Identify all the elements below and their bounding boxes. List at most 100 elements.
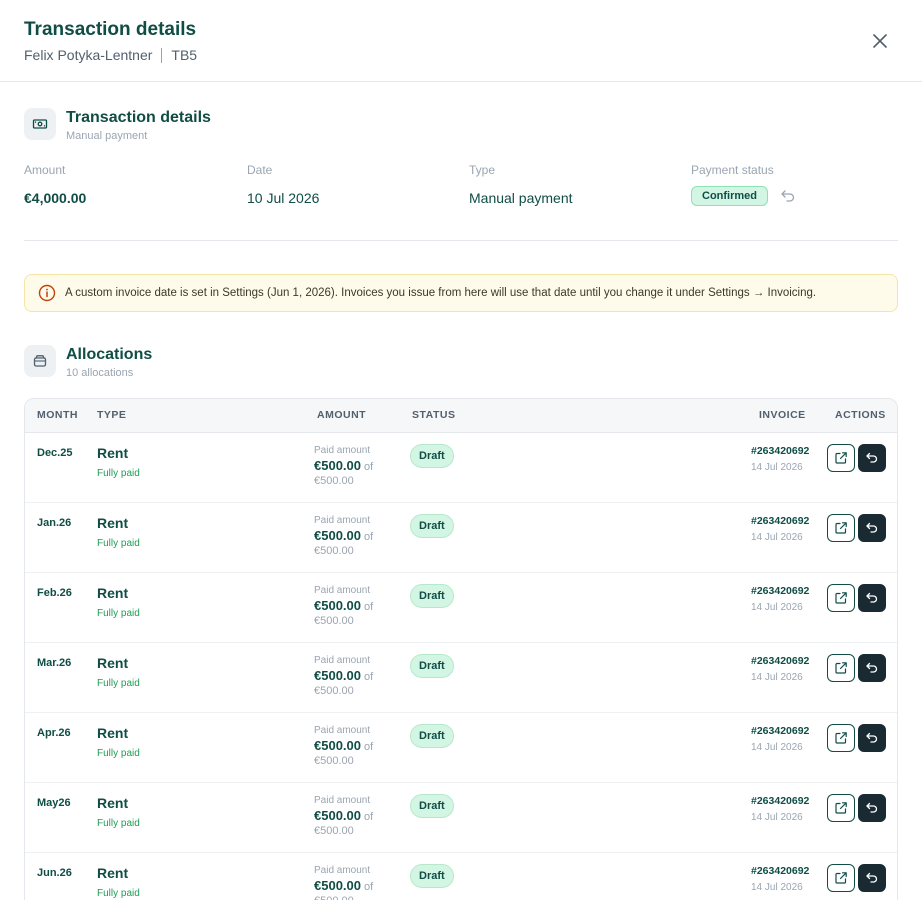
type-label: Type <box>469 163 496 177</box>
undo-icon <box>866 592 878 603</box>
allocations-section-header: Allocations 10 allocations <box>24 345 152 379</box>
row-type: Rent <box>97 515 129 531</box>
wallet-icon <box>24 345 56 377</box>
row-amount-total: €500.00 <box>314 545 354 557</box>
row-invoice-date: 14 Jul 2026 <box>751 532 803 543</box>
row-invoice-link[interactable]: #263420692 <box>751 515 809 527</box>
row-invoice-link[interactable]: #263420692 <box>751 865 809 877</box>
revert-allocation-button[interactable] <box>858 864 886 892</box>
row-amount-label: Paid amount <box>314 515 371 526</box>
date-value: 10 Jul 2026 <box>247 190 320 206</box>
row-invoice-link[interactable]: #263420692 <box>751 795 809 807</box>
undo-icon <box>866 522 878 533</box>
undo-icon <box>866 872 878 883</box>
undo-icon <box>866 452 878 463</box>
row-amount-of: of <box>364 531 374 543</box>
row-month: Apr.26 <box>37 727 71 739</box>
row-type: Rent <box>97 445 129 461</box>
table-row: Feb.26 Rent Fully paid Paid amount €500.00 of… <box>25 573 897 643</box>
table-row: May26 Rent Fully paid Paid amount €500.00 of €… <box>25 783 897 853</box>
row-amount-value: €500.00 <box>314 528 361 543</box>
undo-icon <box>866 732 878 743</box>
revert-allocation-button[interactable] <box>858 444 886 472</box>
open-invoice-button[interactable] <box>827 794 855 822</box>
row-amount-value: €500.00 <box>314 808 361 823</box>
row-paid-status: Fully paid <box>97 748 140 759</box>
row-status-badge: Draft <box>410 514 454 538</box>
info-icon <box>38 284 56 302</box>
external-link-icon <box>835 592 847 604</box>
amount-value: €4,000.00 <box>24 190 87 206</box>
row-type: Rent <box>97 655 129 671</box>
row-invoice-date: 14 Jul 2026 <box>751 742 803 753</box>
row-month: Mar.26 <box>37 657 72 669</box>
row-amount-label: Paid amount <box>314 655 371 666</box>
close-button[interactable] <box>868 29 892 53</box>
external-link-icon <box>835 662 847 674</box>
row-amount: €500.00 of <box>314 668 373 683</box>
revert-payment-button[interactable] <box>780 188 796 204</box>
row-amount-of: of <box>364 671 374 683</box>
open-invoice-button[interactable] <box>827 724 855 752</box>
details-section-subtitle: Manual payment <box>66 130 148 142</box>
revert-allocation-button[interactable] <box>858 514 886 542</box>
revert-allocation-button[interactable] <box>858 794 886 822</box>
close-icon <box>873 34 887 48</box>
row-amount: €500.00 of <box>314 528 373 543</box>
row-type: Rent <box>97 585 129 601</box>
row-amount-total: €500.00 <box>314 615 354 627</box>
unit-name: TB5 <box>171 47 198 63</box>
row-status-badge: Draft <box>410 724 454 748</box>
row-amount-value: €500.00 <box>314 598 361 613</box>
open-invoice-button[interactable] <box>827 444 855 472</box>
type-field: Type Manual payment <box>469 163 573 206</box>
revert-allocation-button[interactable] <box>858 724 886 752</box>
open-invoice-button[interactable] <box>827 584 855 612</box>
subtitle-divider <box>161 47 163 63</box>
column-header-status: STATUS <box>412 409 456 421</box>
table-row: Jan.26 Rent Fully paid Paid amount €500.00 of… <box>25 503 897 573</box>
row-amount-value: €500.00 <box>314 738 361 753</box>
external-link-icon <box>835 732 847 744</box>
row-invoice-date: 14 Jul 2026 <box>751 882 803 893</box>
table-body: Dec.25 Rent Fully paid Paid amount €500.00 of… <box>25 433 897 900</box>
row-amount-label: Paid amount <box>314 585 371 596</box>
open-invoice-button[interactable] <box>827 864 855 892</box>
row-status-badge: Draft <box>410 584 454 608</box>
row-type: Rent <box>97 865 129 881</box>
row-month: Jan.26 <box>37 517 72 529</box>
revert-allocation-button[interactable] <box>858 654 886 682</box>
row-paid-status: Fully paid <box>97 468 140 479</box>
row-invoice-link[interactable]: #263420692 <box>751 655 809 667</box>
revert-allocation-button[interactable] <box>858 584 886 612</box>
row-amount-of: of <box>364 741 374 753</box>
row-amount: €500.00 of <box>314 878 373 893</box>
row-month: Jun.26 <box>37 867 72 879</box>
open-invoice-button[interactable] <box>827 654 855 682</box>
row-invoice-link[interactable]: #263420692 <box>751 585 809 597</box>
row-amount-label: Paid amount <box>314 865 371 876</box>
row-amount-label: Paid amount <box>314 725 371 736</box>
table-row: Dec.25 Rent Fully paid Paid amount €500.00 of… <box>25 433 897 503</box>
row-status-badge: Draft <box>410 654 454 678</box>
modal-header: Transaction details Felix Potyka-Lentner… <box>0 0 922 82</box>
open-invoice-button[interactable] <box>827 514 855 542</box>
row-month: Dec.25 <box>37 447 73 459</box>
row-invoice-date: 14 Jul 2026 <box>751 812 803 823</box>
row-amount-total: €500.00 <box>314 895 354 900</box>
row-status-badge: Draft <box>410 794 454 818</box>
row-invoice-link[interactable]: #263420692 <box>751 445 809 457</box>
custom-invoice-date-alert: A custom invoice date is set in Settings… <box>24 274 898 312</box>
undo-icon <box>866 802 878 813</box>
row-amount-total: €500.00 <box>314 755 354 767</box>
row-amount: €500.00 of <box>314 808 373 823</box>
row-status-badge: Draft <box>410 444 454 468</box>
row-type: Rent <box>97 725 129 741</box>
payment-status-label: Payment status <box>691 163 774 177</box>
transaction-summary: Amount €4,000.00 Date 10 Jul 2026 Type M… <box>24 163 898 241</box>
payment-status-field: Payment status Confirmed <box>691 163 796 206</box>
undo-icon <box>781 190 795 202</box>
row-invoice-link[interactable]: #263420692 <box>751 725 809 737</box>
row-invoice-date: 14 Jul 2026 <box>751 672 803 683</box>
row-amount-total: €500.00 <box>314 825 354 837</box>
